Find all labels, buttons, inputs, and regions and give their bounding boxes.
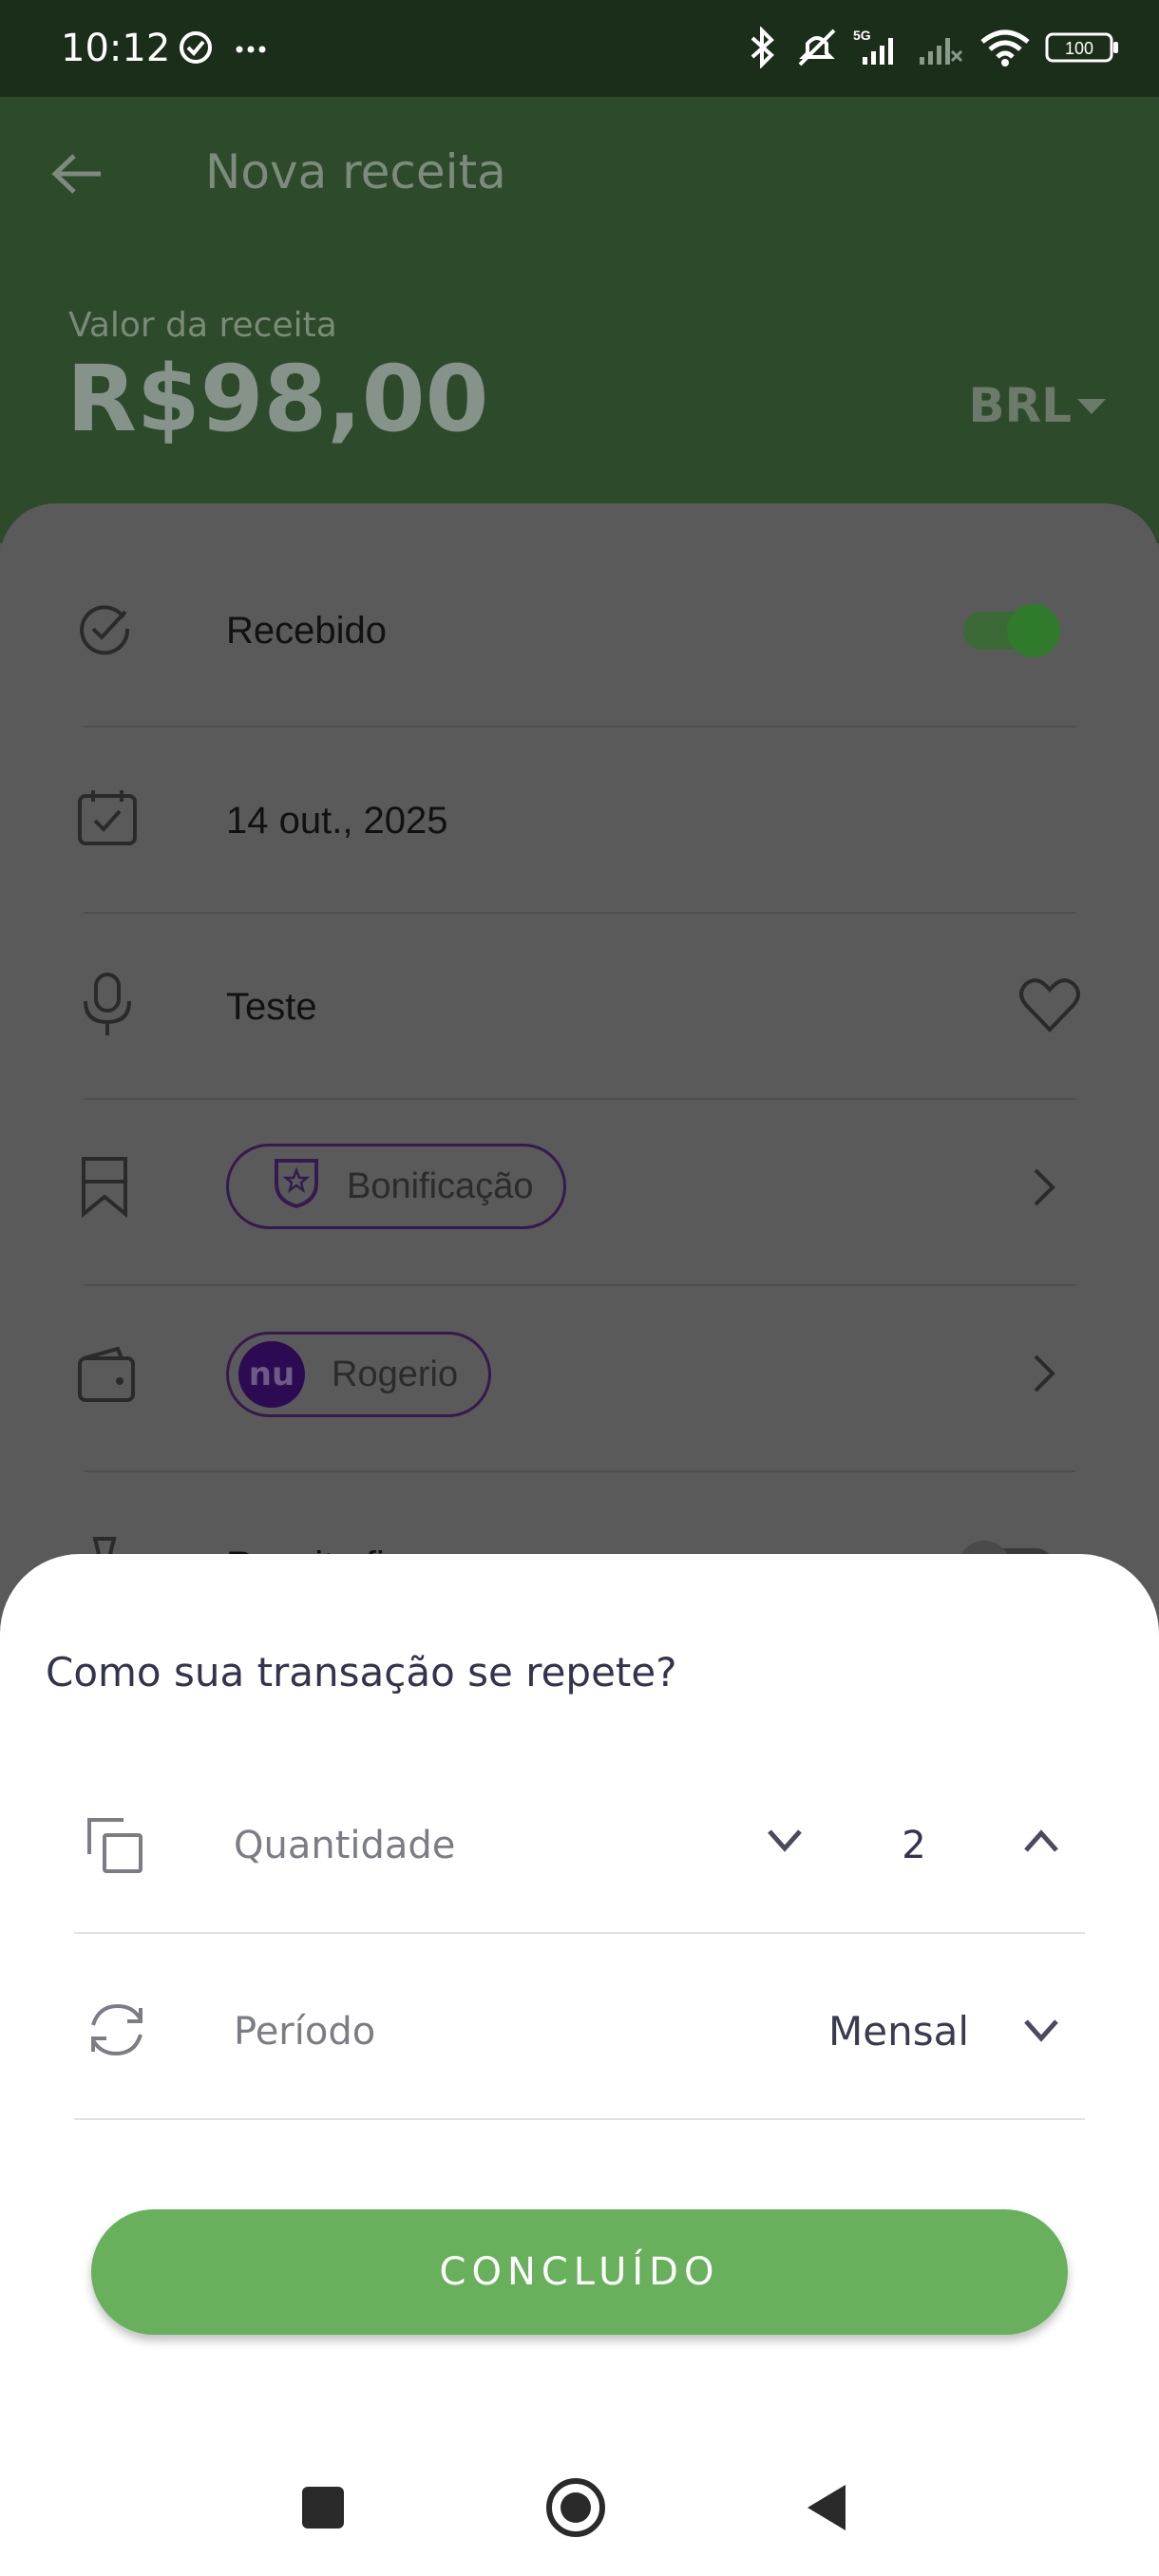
recent-apps-icon[interactable] [302, 2487, 344, 2533]
copy-icon [86, 1816, 144, 1880]
account-label: Rogerio [332, 1354, 459, 1394]
wallet-icon [76, 1345, 137, 1409]
mute-icon [798, 28, 836, 66]
bluetooth-icon [750, 27, 774, 68]
caret-down-icon [1077, 399, 1106, 423]
category-row[interactable]: Bonificação [0, 1100, 1159, 1286]
period-chevron-down-icon[interactable] [1022, 2017, 1060, 2049]
period-row[interactable]: Período Mensal [0, 1934, 1159, 2120]
signal-icon [920, 38, 963, 65]
bookmark-icon [76, 1155, 133, 1222]
status-time: 10:12 [61, 27, 171, 70]
home-icon[interactable] [545, 2477, 606, 2543]
increase-quantity-chevron-up-icon[interactable] [1022, 1828, 1060, 1859]
wifi-icon [980, 29, 1030, 66]
done-button[interactable]: CONCLUÍDO [91, 2209, 1068, 2335]
received-label: Recebido [226, 610, 388, 652]
quantity-value: 2 [902, 1824, 926, 1867]
modal-title: Como sua transação se repete? [46, 1649, 677, 1695]
chevron-right-icon [1032, 1353, 1056, 1399]
signal-5g-icon: 5G [853, 28, 893, 65]
category-label: Bonificação [347, 1165, 534, 1206]
quantity-row: Quantidade 2 [0, 1748, 1159, 1934]
divider [74, 2118, 1085, 2120]
received-row[interactable]: Recebido [0, 541, 1159, 728]
currency-selector[interactable]: BRL [969, 378, 1072, 433]
page-title: Nova receita [205, 144, 506, 199]
check-circle-icon [180, 31, 266, 64]
check-circle-icon [76, 600, 133, 662]
amount-value[interactable]: R$98,00 [66, 346, 488, 452]
description-value[interactable]: Teste [226, 986, 317, 1029]
period-label: Período [234, 2010, 376, 2054]
battery-level: 100 [1065, 39, 1093, 58]
battery-icon: 100 [1045, 32, 1118, 63]
decrease-quantity-chevron-down-icon[interactable] [766, 1828, 804, 1859]
date-value: 14 out., 2025 [226, 800, 448, 842]
nubank-logo: nu [238, 1341, 305, 1408]
microphone-icon [76, 971, 139, 1042]
chevron-right-icon [1032, 1166, 1056, 1213]
status-right-icons: 5G 100 [743, 27, 1121, 68]
toggle-knob [1007, 604, 1060, 657]
date-row[interactable]: 14 out., 2025 [0, 728, 1159, 914]
refresh-icon [86, 2000, 148, 2064]
status-bar: 10:12 5G 100 [0, 0, 1159, 97]
back-nav-icon[interactable] [806, 2483, 847, 2537]
header: Nova receita Valor da receita R$98,00 BR… [0, 97, 1159, 543]
period-value[interactable]: Mensal [828, 2008, 969, 2055]
account-row[interactable]: nu Rogerio [0, 1286, 1159, 1472]
network-label: 5G [853, 28, 871, 43]
status-left-icons [177, 28, 272, 71]
amount-label: Valor da receita [68, 306, 337, 345]
navigation-bar [0, 2432, 1159, 2576]
more-dots-icon [236, 46, 243, 53]
calendar-icon [76, 786, 139, 854]
category-chip[interactable]: Bonificação [226, 1144, 567, 1229]
repeat-modal: Como sua transação se repete? Quantidade… [0, 1554, 1159, 2576]
description-row[interactable]: Teste [0, 914, 1159, 1100]
account-chip[interactable]: nu Rogerio [226, 1332, 492, 1417]
heart-icon[interactable] [1018, 976, 1081, 1038]
received-toggle[interactable] [963, 604, 1060, 657]
quantity-label: Quantidade [234, 1824, 456, 1867]
back-arrow-icon[interactable] [49, 150, 106, 202]
badge-star-icon [273, 1155, 320, 1218]
